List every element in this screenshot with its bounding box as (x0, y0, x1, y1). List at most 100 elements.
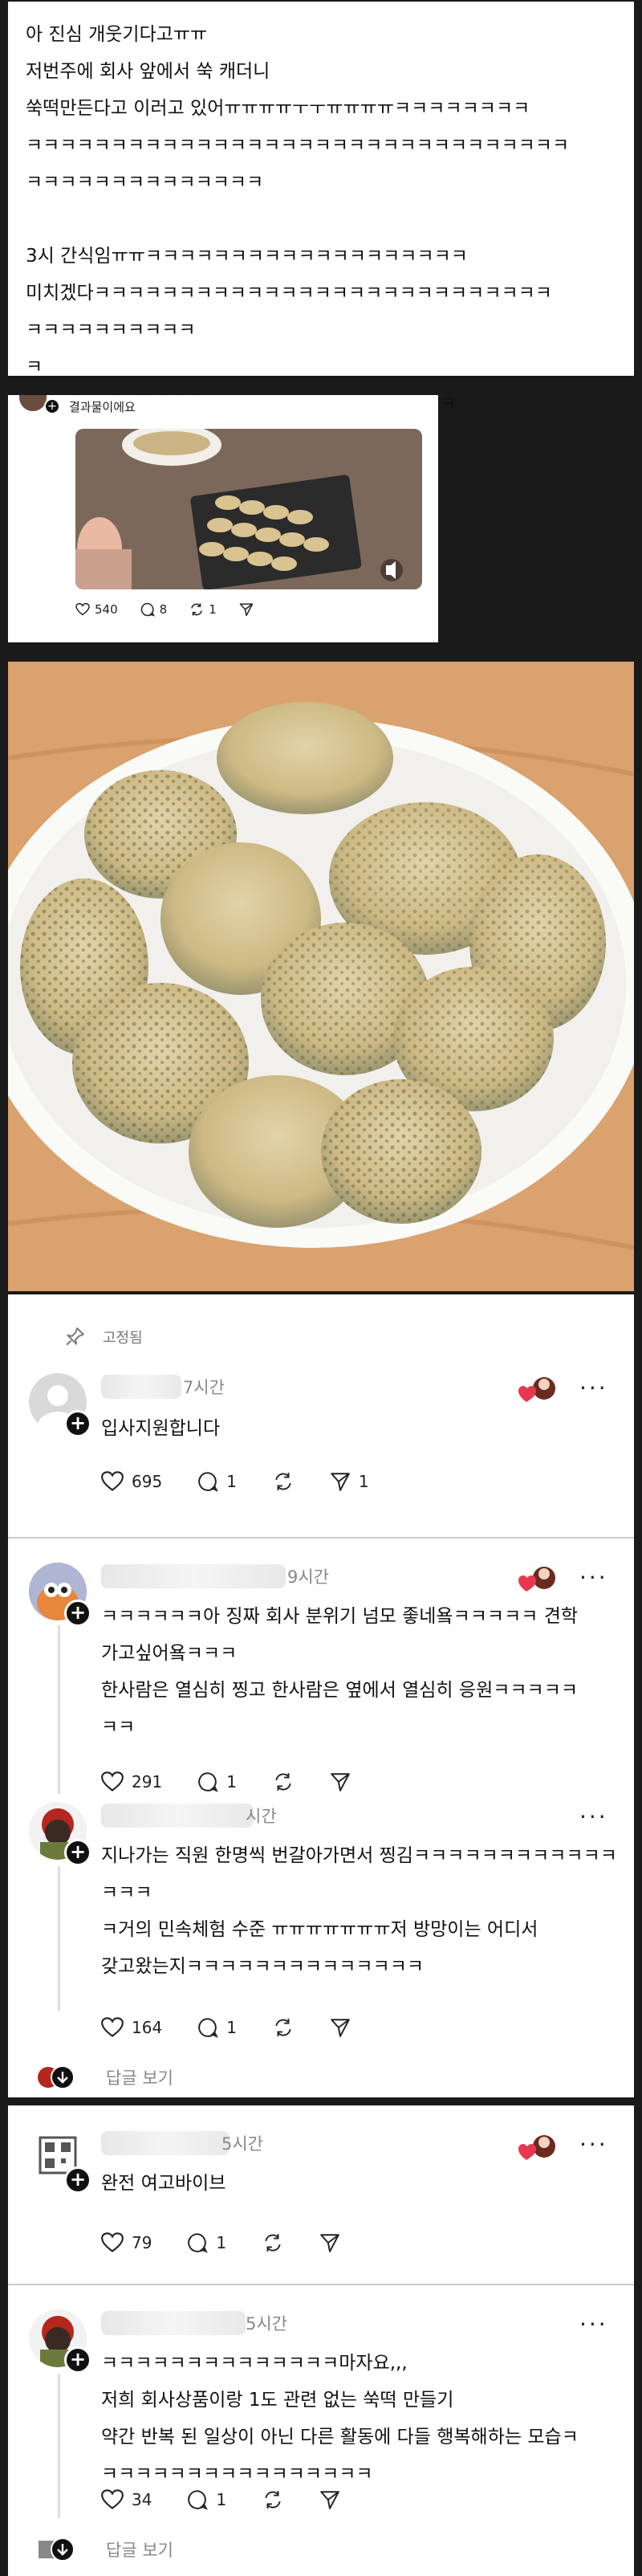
comment-icon (198, 1772, 219, 1792)
share-button[interactable] (330, 1771, 351, 1792)
repost-icon (275, 1473, 291, 1490)
more-icon[interactable]: ··· (579, 1804, 608, 1830)
comment-text: ㅋ거의 민속체험 수준 ㅠㅠㅠㅠㅠㅠㅠ저 방망이는 어디서 (101, 1919, 538, 1940)
username-blurred[interactable] (101, 1564, 286, 1588)
pinned-label: 고정됨 (103, 1330, 143, 1347)
view-replies-link[interactable]: 답글 보기 (106, 2537, 173, 2562)
follow-plus-icon[interactable]: + (64, 1839, 91, 1866)
send-icon (239, 603, 253, 617)
post-line: ㅋㅋㅋㅋㅋㅋㅋㅋㅋㅋㅋㅋㅋㅋ (26, 172, 264, 193)
like-count: 79 (132, 2233, 152, 2252)
comment-text: 완전 여고바이브 (101, 2173, 226, 2194)
repost-button[interactable] (272, 1471, 295, 1492)
comment-icon (198, 1472, 219, 1492)
repost-icon (275, 1773, 291, 1791)
liked-by-author-badge (518, 2135, 555, 2160)
post-line: ㅋㅋㅋㅋㅋㅋㅋㅋㅋㅋ (26, 320, 196, 340)
more-icon[interactable]: ··· (579, 2311, 608, 2338)
more-icon[interactable]: ··· (579, 2131, 608, 2158)
follow-plus-icon[interactable]: + (44, 398, 60, 414)
heart-icon (101, 1471, 124, 1491)
like-button[interactable]: 34 (101, 2489, 152, 2510)
timestamp: 5시간 (221, 2134, 264, 2154)
send-icon (320, 2234, 339, 2252)
repost-button[interactable] (262, 2232, 284, 2253)
follow-plus-icon[interactable]: + (64, 1410, 91, 1437)
comment-button[interactable]: 1 (187, 2489, 226, 2510)
comment-button[interactable]: 1 (187, 2232, 226, 2253)
rice-cake-photo[interactable] (8, 662, 634, 1291)
pinned-indicator: 고정됨 (64, 1327, 143, 1347)
divider (8, 1537, 634, 1539)
liked-by-author-badge (518, 1377, 555, 1402)
embedded-photo[interactable] (75, 429, 422, 589)
comment-text: 한사람은 열심히 찡고 한사람은 옆에서 열심히 응원ㅋㅋㅋㅋㅋ (101, 1680, 579, 1701)
embed-action-bar: 540 8 1 (75, 602, 254, 617)
repost-button[interactable]: 1 (189, 602, 217, 617)
comment-text: 입사지원합니다 (101, 1418, 221, 1439)
follow-plus-icon[interactable]: + (64, 1600, 91, 1627)
embedded-post-card[interactable]: + 결과물이에요 540 8 1 (8, 395, 438, 642)
heart-icon (101, 2489, 124, 2509)
username-blurred[interactable] (101, 2131, 230, 2155)
comment-text: ㅋㅋㅋㅋㅋㅋ아 징짜 회사 분위기 넘모 좋네욬ㅋㅋㅋㅋㅋ 견학 (101, 1606, 579, 1627)
send-icon (331, 2019, 350, 2037)
repost-icon (275, 2019, 291, 2036)
share-button[interactable]: 1 (330, 1471, 369, 1492)
avatar[interactable] (19, 395, 47, 411)
comment-button[interactable]: 8 (140, 602, 167, 617)
comment-text: 갖고왔는지ㅋㅋㅋㅋㅋㅋㅋㅋㅋㅋㅋㅋㅋㅋ (101, 1956, 425, 1977)
like-button[interactable]: 79 (101, 2232, 152, 2253)
pin-icon (66, 1327, 84, 1346)
thread-line (58, 1625, 60, 1794)
like-button[interactable]: 540 (75, 602, 118, 617)
share-button[interactable] (330, 2017, 351, 2038)
comments-panel: + 5시간 ··· 완전 여고바이브 79 1 + 5시간 ··· ㅋㅋㅋㅋㅋㅋ… (8, 2105, 634, 2576)
repost-icon (265, 2234, 281, 2252)
reply-avatars[interactable] (37, 2064, 75, 2091)
repost-button[interactable] (262, 2489, 284, 2510)
username-blurred[interactable] (101, 1804, 254, 1828)
comment-count: 1 (216, 2233, 227, 2252)
follow-plus-icon[interactable]: + (64, 2346, 91, 2374)
more-icon[interactable]: ··· (579, 1564, 608, 1591)
share-button[interactable] (319, 2489, 340, 2510)
post-line: ㅋ (26, 357, 43, 377)
comments-panel: 고정됨 + 7시간 ··· 입사지원합니다 695 1 1 + 9시간 ··· … (8, 1294, 634, 2097)
comment-action-bar: 79 1 (101, 2232, 376, 2253)
post-line: ㅋㅋㅋㅋㅋㅋㅋㅋㅋㅋㅋㅋㅋㅋㅋㅋㅋㅋㅋㅋㅋㅋㅋㅋㅋㅋㅋㅋㅋㅋㅋㅋ (26, 135, 570, 156)
like-button[interactable]: 164 (101, 2017, 162, 2038)
thread-line (58, 2374, 60, 2518)
like-button[interactable]: 291 (101, 1771, 162, 1792)
comment-action-bar: 34 1 (101, 2489, 376, 2510)
username-blurred[interactable] (101, 1375, 181, 1399)
repost-icon (265, 2491, 281, 2509)
comment-button[interactable]: 1 (197, 1471, 237, 1492)
view-replies-link[interactable]: 답글 보기 (106, 2065, 173, 2089)
comment-text: ㅋㅋ (101, 1717, 136, 1738)
timestamp: 5시간 (246, 2314, 288, 2333)
more-icon[interactable]: ··· (579, 1375, 608, 1401)
comment-action-bar: 164 1 (101, 2017, 386, 2038)
repost-icon (191, 603, 202, 616)
comment-button[interactable]: 1 (197, 1771, 237, 1792)
reply-avatars[interactable] (37, 2536, 75, 2563)
comment-button[interactable]: 1 (197, 2017, 237, 2038)
comment-icon (140, 602, 155, 617)
comment-count: 1 (216, 2490, 227, 2509)
share-button[interactable] (239, 602, 254, 617)
comment-action-bar: 695 1 1 (101, 1471, 404, 1492)
post-line: 3시 간식임ㅠㅠㅋㅋㅋㅋㅋㅋㅋㅋㅋㅋㅋㅋㅋㅋㅋㅋㅋㅋㅋ (26, 246, 468, 267)
repost-button[interactable] (272, 1771, 295, 1792)
like-button[interactable]: 695 (101, 1471, 162, 1492)
comment-text: ㅋㅋㅋㅋㅋㅋㅋㅋㅋㅋㅋㅋㅋㅋㅋㅋ (101, 2464, 373, 2484)
comment-icon (188, 2490, 209, 2510)
share-button[interactable] (319, 2232, 340, 2253)
follow-plus-icon[interactable]: + (64, 2166, 91, 2194)
repost-button[interactable] (272, 2017, 295, 2038)
like-count: 695 (132, 1472, 163, 1491)
send-icon (320, 2491, 339, 2509)
post-line: 아 진심 개웃기다고ㅠㅠ (26, 24, 208, 45)
embed-caption: 결과물이에요 (69, 400, 136, 414)
username-blurred[interactable] (101, 2311, 246, 2335)
